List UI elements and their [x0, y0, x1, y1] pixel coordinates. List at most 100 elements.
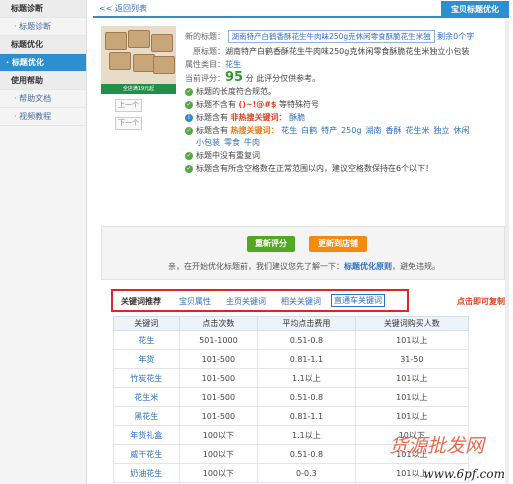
- check-icon: ✓: [185, 164, 193, 173]
- keyword-cell[interactable]: 花生: [113, 330, 180, 350]
- buyers-cell: 101以上: [354, 406, 470, 426]
- tab-item-attributes[interactable]: 宝贝属性: [179, 296, 211, 307]
- col-buyers: 关键词购买人数: [354, 316, 470, 331]
- sidebar-group-help: 使用帮助: [0, 72, 86, 90]
- buyers-cell: 101以上: [354, 330, 470, 350]
- score-label: 当前评分：: [185, 74, 225, 83]
- product-badge: 全店满19元起: [101, 84, 176, 94]
- check-nonhot-b: 非热搜关键词：: [230, 113, 287, 122]
- category-label: 属性类目：: [185, 60, 225, 69]
- check-icon: ✓: [185, 126, 193, 135]
- notice-text-a: 亲，在开始优化标题前，我们建议您先了解一下：: [168, 262, 344, 271]
- sidebar-item-title-optimization[interactable]: · 标题优化: [0, 54, 86, 72]
- col-avg-cost: 平均点击费用: [257, 316, 356, 331]
- watermark-url: www.6pf.com: [423, 467, 505, 481]
- category-value: 花生: [225, 60, 241, 69]
- check-hot-a: 标题含有: [196, 126, 228, 135]
- sidebar-group-optimization: 标题优化: [0, 36, 86, 54]
- back-to-list-link[interactable]: << 返回列表: [99, 3, 147, 14]
- product-card: 全店满19元起 上一个 下一个: [101, 26, 176, 130]
- new-title-label: 新的标题：: [185, 32, 225, 41]
- watermark-text: 货源批发网: [389, 435, 485, 457]
- cost-cell: 1.1以上: [257, 368, 356, 388]
- watermark: 货源批发网 www.6pf.com: [389, 431, 509, 481]
- title-info: 新的标题： 湖南特产白鹤香酥花生牛肉味250g克休闲零食酥脆花生米独 剩余0个字…: [185, 30, 505, 176]
- check-symbols-c: 等特殊符号: [279, 100, 320, 109]
- score-note: 此评分仅供参考。: [256, 74, 321, 83]
- hot-keyword[interactable]: 湖南: [365, 126, 381, 135]
- principle-link[interactable]: 标题优化原则: [344, 262, 392, 271]
- hot-keyword[interactable]: 香酥: [385, 126, 401, 135]
- check-icon: ✓: [185, 151, 193, 160]
- orig-title-value: 湖南特产白鹤香酥花生牛肉味250g克休闲零食酥脆花生米独立小包装: [225, 47, 470, 56]
- table-row: 黑花生 101-500 0.81-1.1 101以上: [113, 406, 470, 426]
- remaining-chars: 剩余0个字: [437, 32, 475, 41]
- table-row: 花生 501-1000 0.51-0.8 101以上: [113, 330, 470, 350]
- hot-keyword[interactable]: 花生: [281, 126, 297, 135]
- keyword-cell[interactable]: 竹炭花生: [113, 368, 180, 388]
- cost-cell: 0.51-0.8: [257, 387, 356, 407]
- hot-keyword[interactable]: 特产: [321, 126, 337, 135]
- keyword-cell[interactable]: 奶油花生: [113, 463, 180, 483]
- keyword-cell[interactable]: 年货礼盒: [113, 425, 180, 445]
- check-icon: ✓: [185, 87, 193, 96]
- sidebar-item-help-docs[interactable]: · 帮助文档: [0, 90, 86, 108]
- clicks-cell: 101-500: [178, 349, 259, 369]
- clicks-cell: 501-1000: [178, 330, 259, 350]
- cost-cell: 0.51-0.8: [257, 444, 356, 464]
- check-symbols-b: ()~!@#$: [238, 100, 277, 109]
- product-image: 全店满19元起: [101, 26, 176, 94]
- new-title-input[interactable]: 湖南特产白鹤香酥花生牛肉味250g克休闲零食酥脆花生米独: [227, 30, 435, 43]
- main-content: << 返回列表 宝贝标题优化 全店满19元起 上一个 下一个 新的标题： 湖南特…: [93, 0, 509, 484]
- hot-keyword[interactable]: 独立: [433, 126, 449, 135]
- update-shop-button[interactable]: 更新到店铺: [309, 236, 367, 252]
- prev-product-button[interactable]: 上一个: [115, 99, 142, 112]
- orig-title-label: 原标题：: [193, 47, 225, 56]
- check-nonhot-a: 标题含有: [196, 113, 228, 122]
- tab-ztc-keywords[interactable]: 直通车关键词: [331, 294, 385, 307]
- rescore-button[interactable]: 重新评分: [247, 236, 295, 252]
- clicks-cell: 100以下: [178, 425, 259, 445]
- tab-title-optimization[interactable]: 宝贝标题优化: [441, 1, 509, 18]
- next-product-button[interactable]: 下一个: [115, 117, 142, 130]
- info-icon: i: [185, 113, 193, 122]
- sidebar-item-title-diagnosis[interactable]: · 标题诊断: [0, 18, 86, 36]
- tab-homepage-keywords[interactable]: 主页关键词: [226, 296, 266, 307]
- cost-cell: 0-0.3: [257, 463, 356, 483]
- cost-cell: 0.81-1.1: [257, 349, 356, 369]
- copy-hint: 点击即可复制: [457, 297, 505, 306]
- tab-keyword-recommend[interactable]: 关键词推荐: [121, 296, 161, 307]
- keyword-cell[interactable]: 威干花生: [113, 444, 180, 464]
- hot-keyword[interactable]: 小包装: [196, 138, 220, 147]
- scrollbar[interactable]: [505, 20, 509, 484]
- score-unit: 分: [245, 74, 254, 83]
- hot-keyword[interactable]: 花生米: [405, 126, 429, 135]
- clicks-cell: 100以下: [178, 463, 259, 483]
- check-nonhot-keyword: 酥脆: [289, 113, 306, 122]
- check-icon: ✓: [185, 100, 193, 109]
- hot-keyword[interactable]: 休闲: [453, 126, 469, 135]
- hot-keyword[interactable]: 250g: [341, 126, 361, 135]
- top-bar: << 返回列表 宝贝标题优化: [93, 0, 509, 18]
- hot-keyword[interactable]: 零食: [224, 138, 240, 147]
- check-no-repeat: 标题中没有重复词: [196, 151, 260, 160]
- clicks-cell: 101-500: [178, 387, 259, 407]
- hot-keyword[interactable]: 白鹤: [301, 126, 317, 135]
- check-symbols-a: 标题不含有: [196, 100, 236, 109]
- table-row: 竹炭花生 101-500 1.1以上 101以上: [113, 368, 470, 388]
- clicks-cell: 101-500: [178, 368, 259, 388]
- hot-keyword[interactable]: 牛肉: [244, 138, 260, 147]
- tab-related-keywords[interactable]: 相关关键词: [281, 296, 321, 307]
- notice-text-b: ，避免违规。: [392, 262, 440, 271]
- check-spaces: 标题含有所含空格数在正常范围以内，建议空格数保持在6个以下！: [196, 164, 434, 173]
- cost-cell: 0.81-1.1: [257, 406, 356, 426]
- score-value: 95: [225, 70, 244, 85]
- sidebar-item-video-tutorials[interactable]: · 视频教程: [0, 108, 86, 126]
- buyers-cell: 101以上: [354, 387, 470, 407]
- clicks-cell: 100以下: [178, 444, 259, 464]
- keyword-cell[interactable]: 年货: [113, 349, 180, 369]
- clicks-cell: 101-500: [178, 406, 259, 426]
- table-row: 花生米 101-500 0.51-0.8 101以上: [113, 387, 470, 407]
- keyword-cell[interactable]: 黑花生: [113, 406, 180, 426]
- keyword-cell[interactable]: 花生米: [113, 387, 180, 407]
